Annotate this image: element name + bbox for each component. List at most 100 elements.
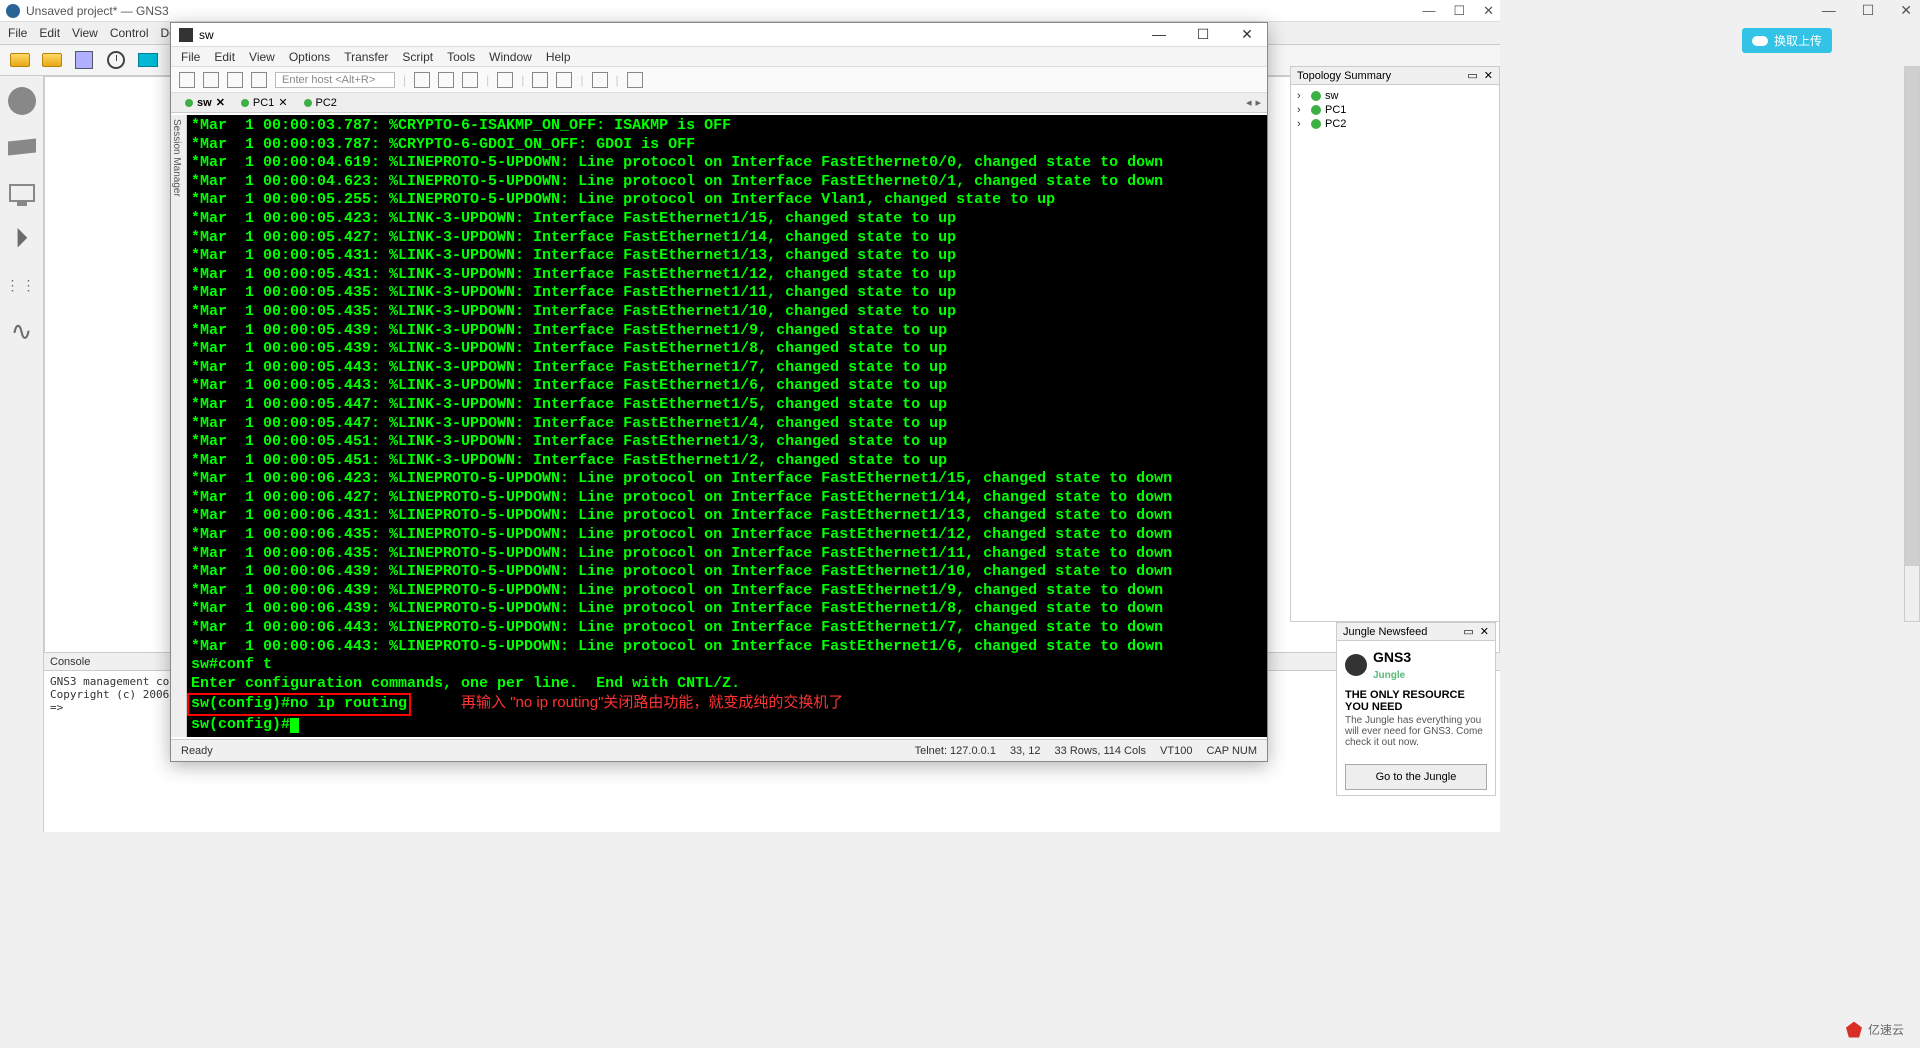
gns3-close-button[interactable]: ✕ (1483, 3, 1494, 19)
go-to-jungle-button[interactable]: Go to the Jungle (1345, 764, 1487, 790)
status-cursor-pos: 33, 12 (1010, 745, 1041, 757)
main-close-button[interactable]: ✕ (1900, 2, 1912, 19)
terminal-close-button[interactable]: ✕ (1235, 26, 1259, 43)
print-icon[interactable] (497, 72, 513, 88)
status-mode: VT100 (1160, 745, 1192, 757)
console-title: Console (50, 656, 90, 668)
find-icon[interactable] (462, 72, 478, 88)
newsfeed-text: The Jungle has everything you will ever … (1345, 715, 1487, 748)
cloud-icon (1752, 36, 1768, 46)
session-manager-bar[interactable]: Session Manager (171, 115, 187, 737)
annotation-text: 再输入 "no ip routing"关闭路由功能，就变成纯的交换机了 (461, 694, 843, 711)
term-menu-options[interactable]: Options (289, 50, 330, 64)
status-dot-icon (1311, 91, 1321, 101)
newsfeed-title: Jungle Newsfeed (1343, 626, 1427, 638)
newsfeed-undock-button[interactable]: ▭ (1463, 625, 1473, 638)
term-menu-edit[interactable]: Edit (214, 50, 235, 64)
terminal-statusbar: Ready Telnet: 127.0.0.1 33, 12 33 Rows, … (171, 739, 1267, 761)
watermark-logo-icon (1846, 1022, 1862, 1038)
tab-sw[interactable]: sw✕ (177, 96, 233, 109)
switches-category-button[interactable] (5, 130, 39, 164)
status-caps: CAP NUM (1206, 745, 1257, 757)
options-icon[interactable] (532, 72, 548, 88)
host-input[interactable]: Enter host <Alt+R> (275, 72, 395, 88)
reconnect-icon[interactable] (203, 72, 219, 88)
add-link-button[interactable]: ∿ (5, 314, 39, 348)
term-menu-window[interactable]: Window (489, 50, 532, 64)
routers-category-button[interactable] (5, 84, 39, 118)
newsfeed-sub: Jungle (1373, 670, 1405, 681)
terminal-max-button[interactable]: ☐ (1191, 26, 1215, 43)
snapshot-button[interactable] (102, 48, 130, 72)
status-size: 33 Rows, 114 Cols (1055, 745, 1147, 757)
tab-pc2[interactable]: PC2 (296, 97, 345, 109)
terminal-titlebar[interactable]: sw — ☐ ✕ (171, 23, 1267, 47)
newsfeed-brand: GNS3 (1373, 649, 1411, 665)
screenshot-button[interactable] (134, 48, 162, 72)
disconnect-icon[interactable] (227, 72, 243, 88)
tab-scroll-left-icon[interactable]: ◂ (1246, 96, 1252, 109)
about-icon[interactable] (627, 72, 643, 88)
newsfeed-heading: THE ONLY RESOURCE YOU NEED (1345, 689, 1487, 713)
end-devices-button[interactable] (5, 176, 39, 210)
term-menu-transfer[interactable]: Transfer (344, 50, 388, 64)
gns3-max-button[interactable]: ☐ (1453, 3, 1465, 19)
newsfeed-panel: Jungle Newsfeed ▭ ✕ GNS3 Jungle THE ONLY R… (1336, 622, 1496, 796)
terminal-window: sw — ☐ ✕ File Edit View Options Transfer… (170, 22, 1268, 762)
topology-close-button[interactable]: ✕ (1484, 69, 1493, 82)
newsfeed-close-button[interactable]: ✕ (1480, 625, 1489, 638)
status-dot-icon (304, 99, 312, 107)
term-menu-tools[interactable]: Tools (447, 50, 475, 64)
topology-title: Topology Summary (1297, 70, 1391, 82)
topology-item-pc1[interactable]: ›PC1 (1297, 103, 1493, 117)
topology-undock-button[interactable]: ▭ (1467, 69, 1477, 82)
expand-icon[interactable]: › (1297, 90, 1307, 102)
menu-edit[interactable]: Edit (39, 26, 60, 40)
menu-file[interactable]: File (8, 26, 27, 40)
tab-close-icon[interactable]: ✕ (216, 96, 225, 109)
terminal-tabs: sw✕ PC1✕ PC2 ◂▸ (171, 93, 1267, 113)
tab-scroll-right-icon[interactable]: ▸ (1255, 96, 1261, 109)
security-devices-button[interactable]: ⏵ (5, 222, 39, 256)
term-menu-view[interactable]: View (249, 50, 275, 64)
expand-icon[interactable]: › (1297, 118, 1307, 130)
term-menu-script[interactable]: Script (402, 50, 433, 64)
quick-connect-icon[interactable] (179, 72, 195, 88)
right-scrollbar[interactable] (1904, 66, 1920, 622)
tab-pc1[interactable]: PC1✕ (233, 96, 296, 109)
term-menu-file[interactable]: File (181, 50, 200, 64)
terminal-min-button[interactable]: — (1147, 26, 1171, 43)
tab-close-icon[interactable]: ✕ (278, 96, 287, 109)
session-icon[interactable] (556, 72, 572, 88)
terminal-toolbar: Enter host <Alt+R> | | | | | (171, 67, 1267, 93)
new-project-button[interactable] (38, 48, 66, 72)
topology-item-sw[interactable]: ›sw (1297, 89, 1493, 103)
menu-view[interactable]: View (72, 26, 98, 40)
copy-icon[interactable] (414, 72, 430, 88)
help-icon[interactable] (592, 72, 608, 88)
gns3-logo-icon (1345, 654, 1367, 676)
reconnect-all-icon[interactable] (251, 72, 267, 88)
topology-summary-panel: Topology Summary ▭ ✕ ›sw ›PC1 ›PC2 (1290, 66, 1500, 622)
open-project-button[interactable] (6, 48, 34, 72)
main-min-button[interactable]: — (1822, 2, 1836, 19)
gns3-min-button[interactable]: — (1422, 3, 1435, 19)
status-dot-icon (1311, 119, 1321, 129)
paste-icon[interactable] (438, 72, 454, 88)
gns3-titlebar[interactable]: Unsaved project* — GNS3 — ☐ ✕ (0, 0, 1500, 22)
expand-icon[interactable]: › (1297, 104, 1307, 116)
device-toolbar: ⏵ ⋮⋮ ∿ (0, 76, 44, 832)
all-devices-button[interactable]: ⋮⋮ (5, 268, 39, 302)
menu-control[interactable]: Control (110, 26, 149, 40)
term-menu-help[interactable]: Help (546, 50, 571, 64)
cloud-upload-button[interactable]: 换取上传 (1742, 28, 1832, 53)
terminal-menubar: File Edit View Options Transfer Script T… (171, 47, 1267, 67)
terminal-body[interactable]: *Mar 1 00:00:03.787: %CRYPTO-6-ISAKMP_ON… (187, 115, 1267, 737)
gns3-app-icon (6, 4, 20, 18)
status-dot-icon (185, 99, 193, 107)
save-button[interactable] (70, 48, 98, 72)
terminal-title: sw (199, 28, 1147, 42)
cursor-icon (290, 718, 299, 733)
topology-item-pc2[interactable]: ›PC2 (1297, 117, 1493, 131)
main-max-button[interactable]: ☐ (1862, 2, 1875, 19)
